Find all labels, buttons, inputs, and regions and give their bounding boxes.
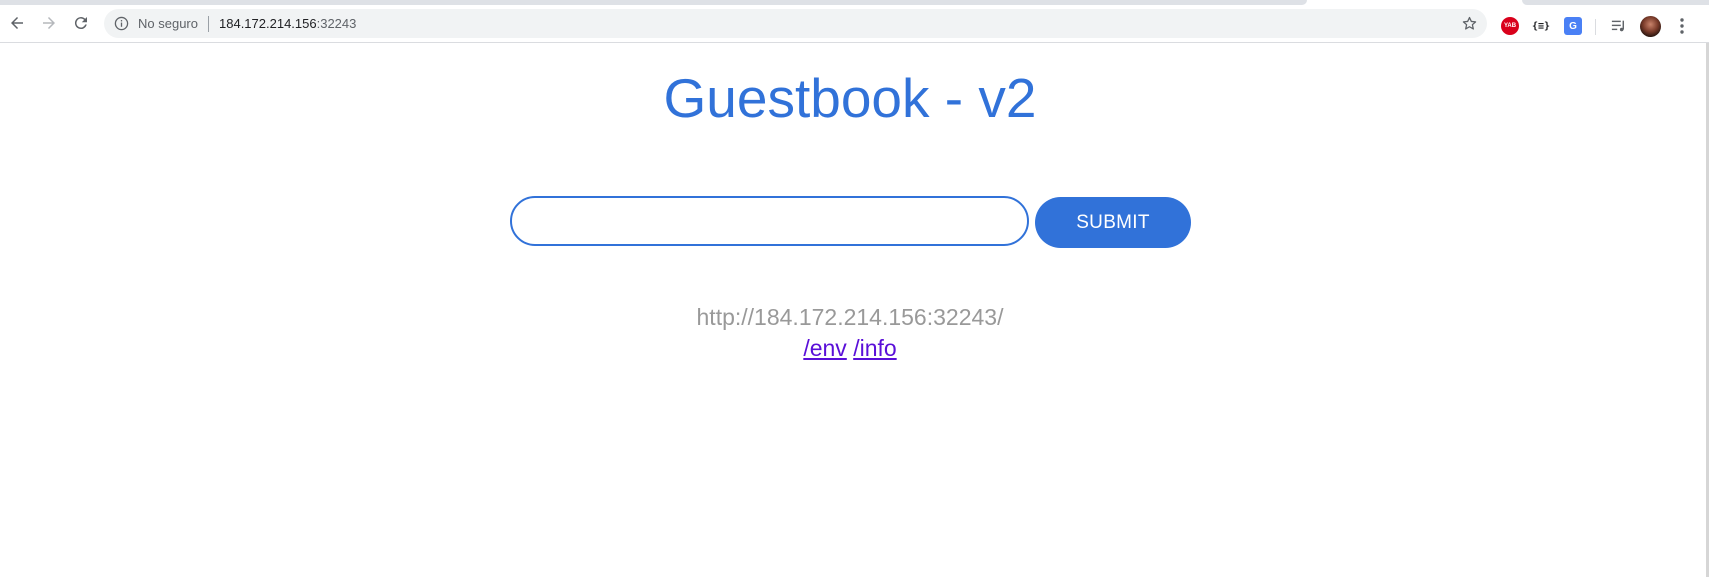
guestbook-entry-input[interactable]: [510, 196, 1029, 246]
info-icon[interactable]: [114, 16, 129, 31]
debug-links: /env /info: [0, 334, 1700, 362]
yab-extension-icon[interactable]: YAB: [1501, 17, 1519, 35]
reload-icon[interactable]: [69, 11, 93, 35]
browser-toolbar: No seguro 184.172.214.156:32243 YAB {≡} …: [0, 5, 1709, 43]
star-icon[interactable]: [1461, 15, 1478, 32]
json-viewer-extension-icon[interactable]: {≡}: [1532, 17, 1550, 35]
media-control-icon[interactable]: [1610, 17, 1628, 35]
toolbar-divider: [1595, 19, 1596, 35]
submit-button[interactable]: SUBMIT: [1035, 197, 1191, 248]
omnibox-separator: [208, 16, 209, 32]
url-text[interactable]: 184.172.214.156:32243: [219, 16, 356, 31]
host-address-text: http://184.172.214.156:32243/: [696, 304, 1004, 330]
url-port: :32243: [316, 16, 357, 31]
guestbook-page: Guestbook - v2 SUBMIT http://184.172.214…: [0, 44, 1706, 577]
url-host: 184.172.214.156: [219, 16, 317, 31]
profile-avatar[interactable]: [1640, 16, 1661, 37]
forward-icon[interactable]: [37, 11, 61, 35]
page-title: Guestbook - v2: [663, 67, 1037, 129]
translate-extension-icon[interactable]: G: [1564, 17, 1582, 35]
info-link[interactable]: /info: [853, 335, 896, 361]
back-icon[interactable]: [5, 11, 29, 35]
security-label[interactable]: No seguro: [138, 16, 198, 31]
env-link[interactable]: /env: [803, 335, 846, 361]
address-bar[interactable]: No seguro 184.172.214.156:32243: [104, 9, 1487, 38]
browser-window: No seguro 184.172.214.156:32243 YAB {≡} …: [0, 0, 1709, 577]
menu-icon[interactable]: [1678, 17, 1686, 35]
